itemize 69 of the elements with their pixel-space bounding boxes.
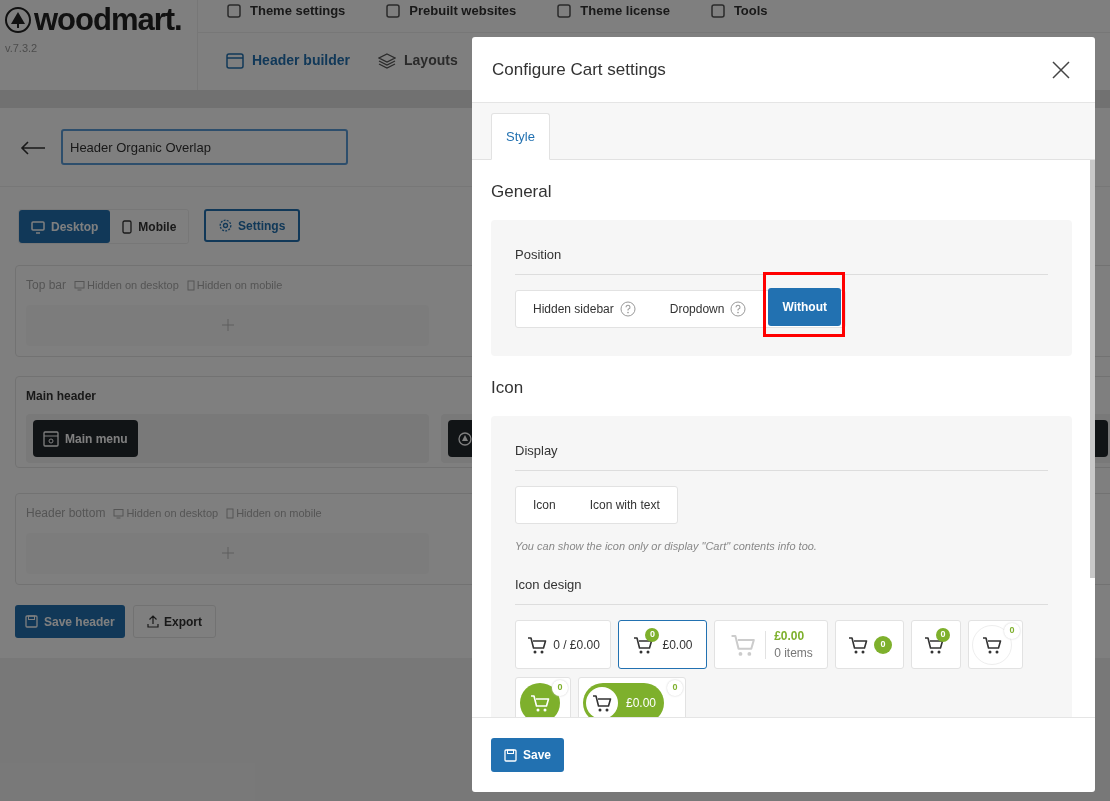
design-option[interactable]: 0 (911, 620, 961, 669)
gear-icon (219, 219, 232, 232)
monitor-icon (74, 279, 86, 291)
device-tab[interactable]: Desktop (19, 210, 111, 243)
scrollbar-thumb[interactable] (1090, 160, 1095, 578)
export-button[interactable]: Export (133, 605, 216, 638)
design-option[interactable]: 0 (968, 620, 1023, 669)
top-menu-item[interactable]: Theme settings (226, 1, 346, 21)
option-button[interactable]: Icon (516, 487, 573, 523)
option-button[interactable]: Without (768, 288, 841, 326)
design-option[interactable]: 0 £0.00 (618, 620, 707, 669)
logo-text: woodmart. (34, 4, 182, 35)
close-button[interactable] (1051, 59, 1071, 80)
menu-item-icon (556, 2, 573, 19)
back-arrow-icon (20, 141, 46, 155)
count-badge: 0 (552, 680, 568, 696)
floppy-icon (25, 615, 38, 628)
help-icon (730, 301, 747, 317)
section-heading: General (491, 181, 553, 203)
window-icon (226, 51, 244, 70)
save-header-button[interactable]: Save header (15, 605, 125, 638)
cart-icon (591, 692, 613, 714)
top-menu-item[interactable]: Prebuilt websites (385, 1, 517, 21)
save-button[interactable]: Save (491, 738, 565, 772)
floppy-icon (504, 748, 517, 762)
design-option[interactable]: 0 (835, 620, 904, 669)
option-button[interactable]: Dropdown (652, 291, 764, 327)
monitor-icon (113, 507, 125, 519)
top-menu-item[interactable]: Theme license (556, 1, 670, 21)
menu-item-icon (709, 2, 726, 19)
layers-icon (378, 51, 397, 70)
header-name-field[interactable]: Header Organic Overlap (61, 129, 348, 165)
settings-button[interactable]: Settings (204, 209, 301, 242)
option-label: Icon design (515, 574, 1048, 605)
menu-item-icon (385, 2, 402, 19)
upload-icon (147, 615, 159, 628)
phone-icon (226, 507, 235, 519)
design-option[interactable]: 0 (515, 677, 571, 717)
option-button[interactable]: Hidden sidebar (516, 291, 653, 327)
menu-item-icon (226, 2, 242, 19)
modal-title: Configure Cart settings (492, 58, 666, 81)
design-option[interactable]: £0.00 0 (578, 677, 686, 717)
cart-pill: £0.00 (583, 683, 665, 717)
menu-block-icon (43, 430, 59, 447)
monitor-icon (31, 219, 45, 234)
count-badge: 0 (667, 680, 683, 696)
design-option[interactable]: £0.00 0 items (714, 620, 828, 669)
nav-tab[interactable]: Header builder (226, 50, 351, 71)
count-badge: 0 (936, 627, 950, 642)
header-element[interactable]: Main menu (33, 420, 138, 457)
hint-text: You can show the icon only or display "Cart" contents info too. (515, 539, 818, 554)
phone-icon (122, 219, 133, 234)
option-label: Position (515, 244, 1048, 275)
count-badge: 0 (1004, 623, 1020, 639)
help-icon (619, 301, 636, 317)
top-menu-item[interactable]: Tools (709, 1, 768, 21)
option-button[interactable]: Icon with text (572, 487, 677, 523)
close-icon (1052, 60, 1070, 79)
section-heading: Icon (491, 377, 525, 399)
tree-logo-icon (4, 5, 32, 34)
count-badge: 0 (874, 635, 892, 654)
option-label: Display (515, 440, 1048, 471)
count-badge: 0 (645, 627, 660, 642)
phone-icon (186, 279, 195, 291)
cart-icon (529, 692, 551, 714)
design-option[interactable]: 0 / £0.00 (515, 620, 611, 669)
nav-tab[interactable]: Layouts (378, 50, 458, 71)
row-title: Main header (26, 388, 97, 405)
tab[interactable]: Style (491, 113, 550, 160)
